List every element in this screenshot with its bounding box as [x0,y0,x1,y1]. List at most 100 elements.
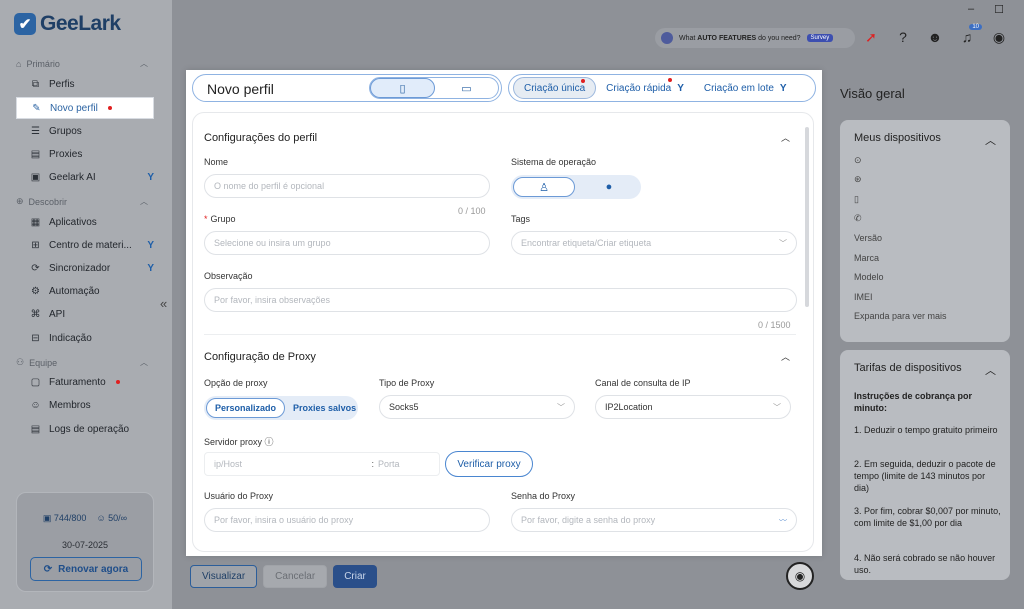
sidebar-item-centro-materiais[interactable]: ⊞ Centro de materi... Y [16,234,154,256]
tags-label: Tags [511,214,531,224]
device-field-model: Modelo [854,272,884,282]
proxy-option-toggle: Personalizado Proxies salvos [204,396,358,420]
edit-icon: ✎ [32,102,41,114]
eye-hidden-icon[interactable]: 〰 [779,515,787,526]
billing-icon: ▢ [30,376,41,388]
assistant-icon[interactable]: ◉ [786,562,814,590]
android-icon[interactable]: ♙ [513,177,575,197]
chevron-up-icon[interactable]: ︿ [985,132,996,148]
verify-proxy-button[interactable]: Verificar proxy [445,451,533,477]
app-logo[interactable]: ✔ GeeLark [14,12,121,36]
proxy-port-input[interactable]: Porta [378,459,430,469]
rocket-icon[interactable]: ➚ [862,28,880,46]
proxy-user-input[interactable]: Por favor, insira o usuário do proxy [204,508,490,532]
sidebar-item-sincronizador[interactable]: ⟳ Sincronizador Y [16,257,154,279]
support-icon[interactable]: ☻ [926,28,944,46]
name-label: Nome [204,157,229,167]
survey-badge[interactable]: Survey [806,34,834,42]
tab-criacao-em-lote[interactable]: Criação em lote Y [694,77,797,99]
tab-criacao-rapida[interactable]: Criação rápida Y [596,77,694,99]
ip-channel-select[interactable]: IP2Location ﹀ [595,395,791,419]
chevron-down-icon: ﹀ [779,238,787,248]
name-char-count: 0 / 100 [458,206,486,216]
list-icon: ☰ [31,125,40,137]
member-quota: ☺ 50/∞ [96,513,128,523]
notification-dot [107,106,112,110]
section-equipe[interactable]: ⚇ Equipe ︿ [16,357,148,368]
new-feature-icon: Y [147,171,154,183]
modal-header: Novo perfil ▯ ▭ [192,74,502,102]
name-input[interactable]: O nome do perfil é opcional [204,174,490,198]
minimize-button[interactable]: – [968,3,974,16]
preview-button[interactable]: Visualizar [190,565,258,588]
new-feature-icon: Y [147,239,154,251]
sidebar-item-grupos[interactable]: ☰ Grupos [16,120,154,142]
automation-icon: ⚙ [31,285,40,297]
chevron-down-icon: ﹀ [773,402,781,412]
section-descobrir[interactable]: ⊕ Descobrir ︿ [16,196,148,207]
api-icon: ⌘ [30,308,41,320]
collapse-sidebar-icon[interactable]: « [160,296,167,311]
ip-channel-label: Canal de consulta de IP [595,378,691,388]
sidebar-item-indicacao[interactable]: ⊟ Indicação [16,327,154,349]
device-quota: ▣ 744/800 [42,513,87,523]
scrollbar[interactable] [805,127,809,307]
note-input[interactable]: Por favor, insira observações [204,288,797,312]
section-primario[interactable]: ⌂ Primário ︿ [16,58,148,69]
bell-icon[interactable]: ♫ 10 [958,24,982,46]
note-label: Observação [204,271,253,281]
option-personalizado[interactable]: Personalizado [206,398,286,418]
renew-button[interactable]: ⟳ Renovar agora [30,557,142,581]
profile-config-title: Configurações do perfil [204,132,318,144]
apple-icon[interactable]: ● [579,177,639,197]
proxy-option-label: Opção de proxy [204,378,268,388]
network-icon: ⊛ [854,174,862,184]
phone-icon[interactable]: ▯ [370,78,435,98]
chevron-up-icon[interactable]: ︿ [985,362,996,378]
sidebar-item-api[interactable]: ⌘ API [16,303,154,325]
proxy-host-input[interactable]: ip/Host: Porta [204,452,440,476]
option-proxies-salvos[interactable]: Proxies salvos [285,398,364,418]
group-input[interactable]: Selecione ou insira um grupo [204,231,490,255]
sidebar-item-novo-perfil[interactable]: ✎ Novo perfil [16,97,154,119]
proxy-type-select[interactable]: Socks5 ﹀ [379,395,575,419]
sidebar-item-automacao[interactable]: ⚙ Automação [16,280,154,302]
create-button[interactable]: Criar [333,565,377,588]
sync-icon: ⟳ [31,262,40,274]
sidebar-item-logs[interactable]: ▤ Logs de operação [16,418,154,440]
gift-icon: ⊟ [31,332,40,344]
tab-criacao-unica[interactable]: Criação única [513,77,597,99]
user-icon[interactable]: ◉ [990,28,1008,46]
chevron-up-icon[interactable]: ︿ [781,131,790,144]
sidebar-item-membros[interactable]: ☺ Membros [16,394,154,416]
chevron-down-icon: ﹀ [557,402,565,412]
sidebar-item-geelark-ai[interactable]: ▣ Geelark AI Y [16,166,154,188]
chevron-up-icon: ︿ [140,59,148,68]
notification-count: 10 [969,24,982,30]
cancel-button[interactable]: Cancelar [263,565,328,588]
help-icon[interactable]: ? [894,28,912,46]
topbar: – ☐ What AUTO FEATURES do you need? Surv… [172,0,1024,80]
expand-link[interactable]: Expanda para ver mais [854,311,947,321]
sidebar: ✔ GeeLark ⌂ Primário ︿ ⧉ Perfis ✎ Novo p… [0,0,172,609]
sidebar-item-faturamento[interactable]: ▢ Faturamento [16,371,154,393]
proxy-user-label: Usuário do Proxy [204,491,274,501]
sim-icon: ▯ [854,194,859,204]
tags-select[interactable]: Encontrar etiqueta/Criar etiqueta ﹀ [511,231,797,255]
survey-banner[interactable]: What AUTO FEATURES do you need? Survey [655,28,855,48]
proxy-server-label: Servidor proxy ⓘ [204,437,274,447]
creation-mode-tabs: Criação única Criação rápida Y Criação em… [508,74,816,102]
proxy-pass-input[interactable]: Por favor, digite a senha do proxy 〰 [511,508,797,532]
pricing-line: 2. Em seguida, deduzir o pacote de tempo… [854,459,996,493]
os-label: Sistema de operação [511,157,597,167]
sidebar-item-aplicativos[interactable]: ▦ Aplicativos [16,211,154,233]
sidebar-item-perfis[interactable]: ⧉ Perfis [16,73,154,95]
sidebar-item-proxies[interactable]: ▤ Proxies [16,143,154,165]
maximize-button[interactable]: ☐ [994,3,1004,16]
laptop-icon[interactable]: ▭ [435,78,498,98]
help-icon: ⓘ [264,437,274,447]
pricing-card: Tarifas de dispositivos ︿ Instruções de c… [840,350,1010,580]
plan-card: ▣ 744/800 ☺ 50/∞ 30-07-2025 ⟳ Renovar ag… [16,492,154,592]
chevron-up-icon[interactable]: ︿ [781,350,790,363]
logs-icon: ▤ [30,423,41,435]
